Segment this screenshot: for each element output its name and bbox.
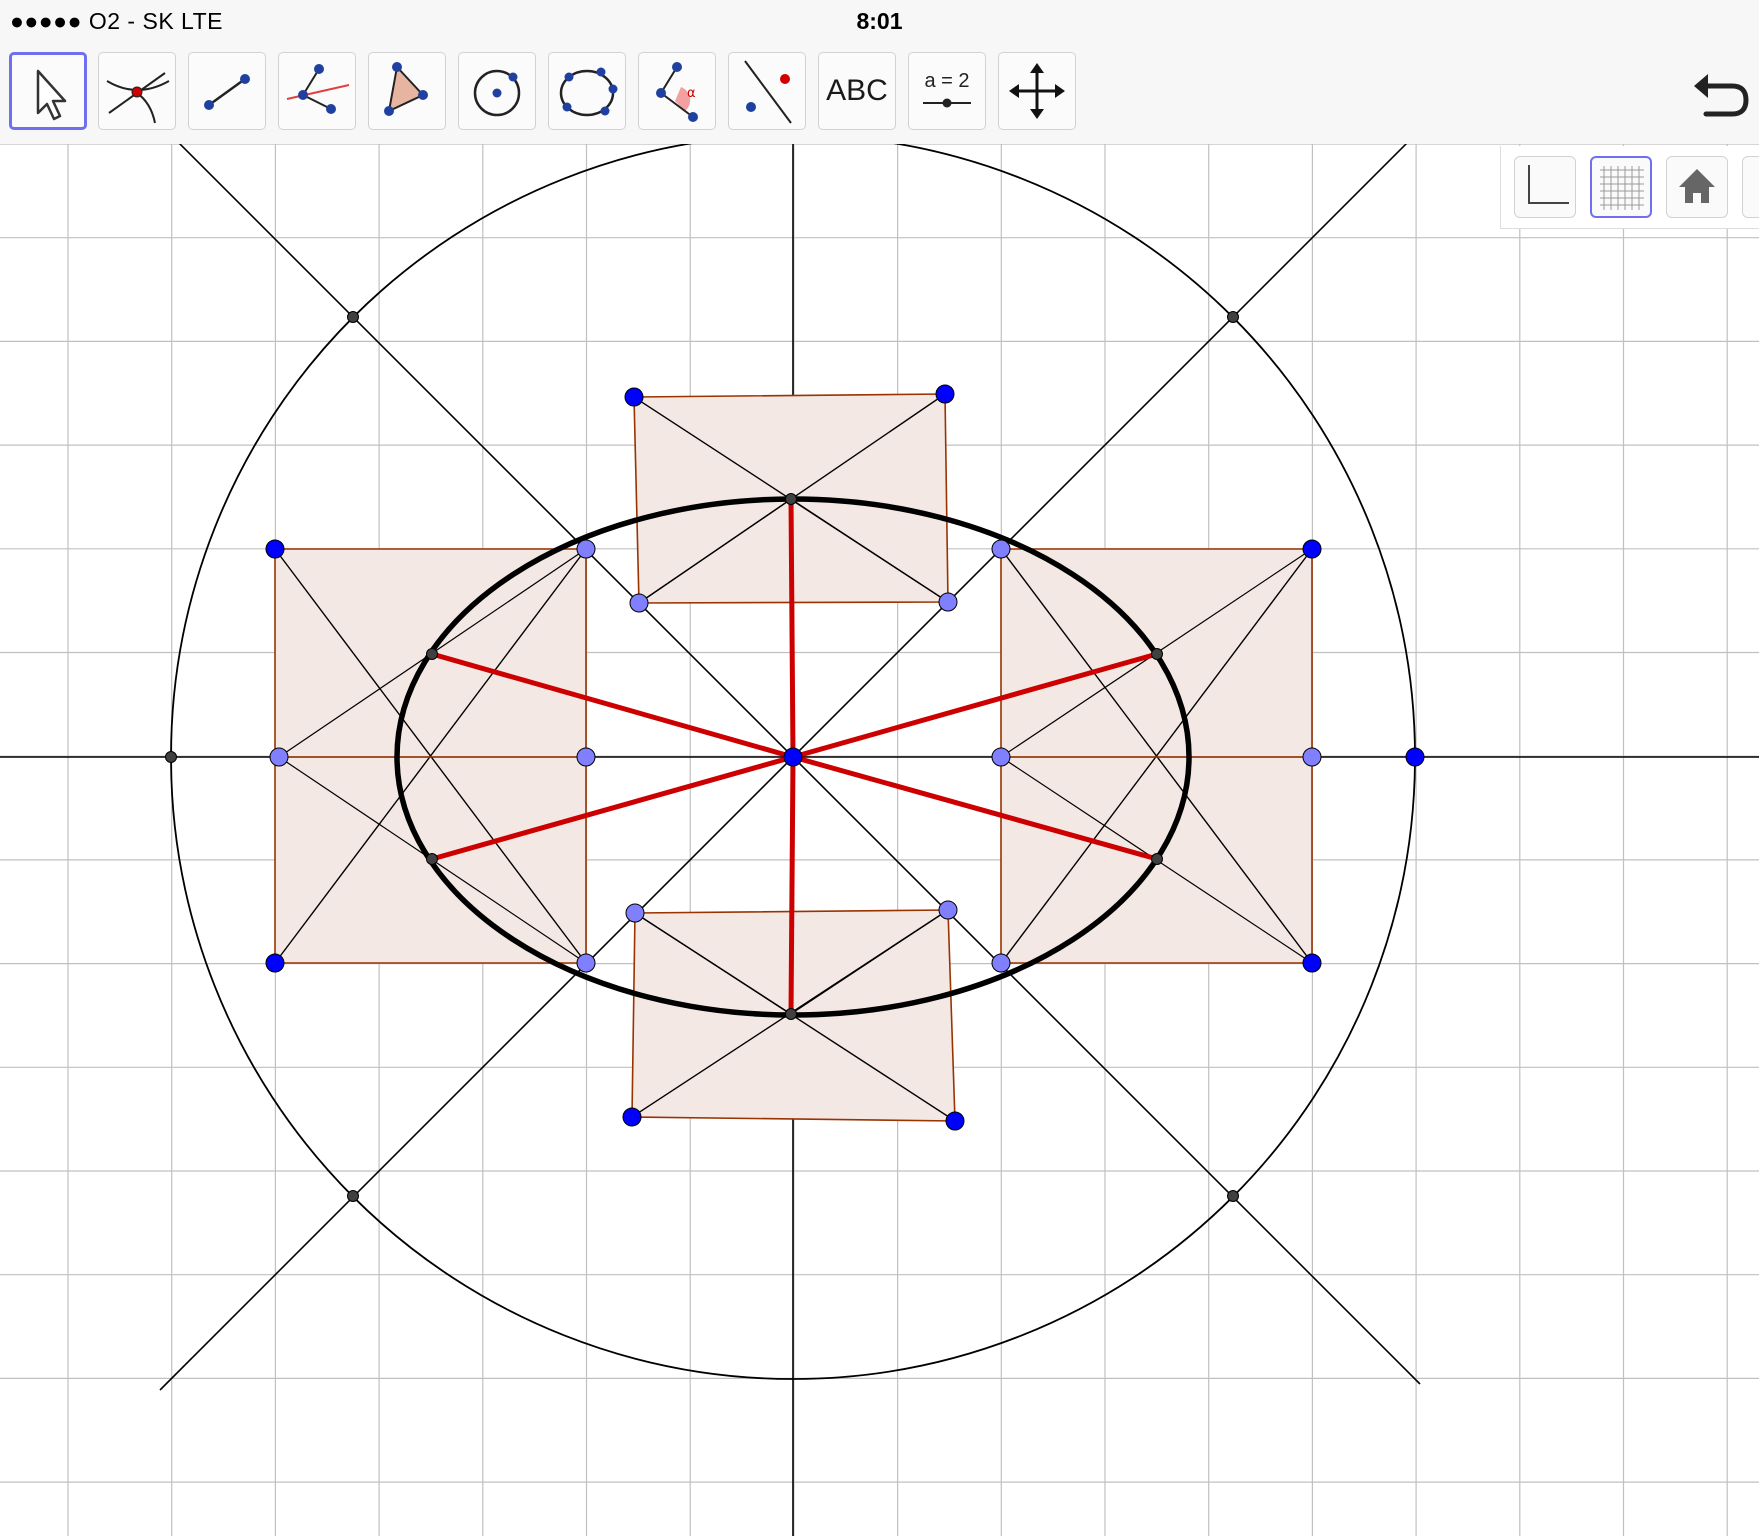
segment-icon: [204, 74, 250, 110]
perpendicular-line-icon: [286, 64, 350, 114]
dependent-point: [1302, 747, 1322, 767]
construction: [0, 144, 1759, 1536]
intersection-point: [426, 853, 438, 865]
conic-five-points-icon: [559, 67, 618, 117]
dependent-point: [629, 593, 649, 613]
intersection-point: [785, 493, 797, 505]
toolbar: α ABC a = 2: [0, 42, 1759, 145]
style-bar: [1500, 146, 1759, 229]
free-point: [624, 387, 644, 407]
status-time: 8:01: [856, 8, 903, 34]
undo-button[interactable]: [1688, 64, 1752, 124]
svg-text:α: α: [687, 86, 696, 101]
svg-text:a = 2: a = 2: [924, 70, 969, 92]
conic-tool-button[interactable]: [548, 52, 626, 130]
text-tool-button[interactable]: ABC: [818, 52, 896, 130]
angle-icon: α: [656, 62, 698, 122]
text-tool-icon: ABC: [826, 74, 888, 107]
intersection-point: [347, 311, 359, 323]
dependent-point: [991, 539, 1011, 559]
move-graphics-icon: [1009, 63, 1065, 119]
more-button[interactable]: [1742, 156, 1759, 218]
free-point: [265, 953, 285, 973]
grid-toggle-icon: [1600, 166, 1644, 210]
axes-toggle-icon: [1528, 165, 1569, 204]
free-point: [935, 384, 955, 404]
free-point: [783, 747, 803, 767]
free-point: [622, 1107, 642, 1127]
intersection-point: [426, 648, 438, 660]
free-point: [1302, 953, 1322, 973]
status-bar: ●●●●● O2 - SK LTE 8:01: [0, 0, 1759, 42]
circle-tool-button[interactable]: [458, 52, 536, 130]
free-point: [1302, 539, 1322, 559]
intersect-tool-button[interactable]: [98, 52, 176, 130]
circle-center-point-icon: [473, 69, 521, 117]
axes-toggle-button[interactable]: [1514, 156, 1576, 218]
dependent-point: [625, 903, 645, 923]
undo-icon: [1694, 74, 1749, 117]
polygon-icon: [384, 62, 428, 116]
more-icon: [1743, 157, 1759, 217]
free-point: [1405, 747, 1425, 767]
intersection-point: [785, 1008, 797, 1020]
intersection-point: [347, 1190, 359, 1202]
intersection-point: [1151, 853, 1163, 865]
slider-icon: a = 2: [923, 70, 971, 108]
dependent-point: [576, 953, 596, 973]
grid: [0, 144, 1759, 1536]
dependent-point: [938, 900, 958, 920]
reflect-point-icon: [744, 60, 792, 124]
intersect-point-icon: [106, 72, 170, 124]
free-point: [265, 539, 285, 559]
dependent-point: [269, 747, 289, 767]
polygon-tool-button[interactable]: [368, 52, 446, 130]
perpendicular-tool-button[interactable]: [278, 52, 356, 130]
dependent-point: [576, 539, 596, 559]
reflect-tool-button[interactable]: [728, 52, 806, 130]
dependent-point: [991, 747, 1011, 767]
dependent-point: [576, 747, 596, 767]
intersection-point: [1151, 648, 1163, 660]
home-button[interactable]: [1666, 156, 1728, 218]
grid-toggle-button[interactable]: [1590, 156, 1652, 218]
move-arrow-icon: [36, 69, 67, 121]
intersection-point: [165, 751, 177, 763]
intersection-point: [1227, 311, 1239, 323]
graphics-view[interactable]: [0, 144, 1759, 1536]
segment-tool-button[interactable]: [188, 52, 266, 130]
home-icon: [1679, 169, 1715, 203]
angle-tool-button[interactable]: α: [638, 52, 716, 130]
slider-tool-button[interactable]: a = 2: [908, 52, 986, 130]
dependent-point: [938, 592, 958, 612]
free-point: [945, 1111, 965, 1131]
move-graphics-tool-button[interactable]: [998, 52, 1076, 130]
red-segment: [788, 498, 796, 758]
move-tool-button[interactable]: [9, 52, 87, 130]
dependent-point: [991, 953, 1011, 973]
intersection-point: [1227, 1190, 1239, 1202]
red-segment: [788, 756, 796, 1015]
